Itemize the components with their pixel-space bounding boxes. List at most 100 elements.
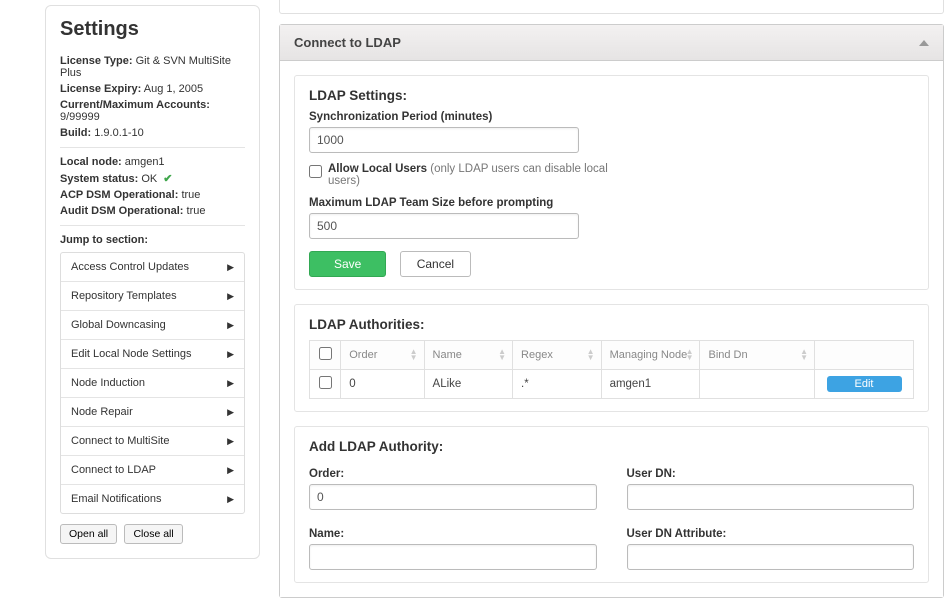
build-line: Build: 1.9.0.1-10 (60, 127, 245, 139)
settings-buttons-row: Save Cancel (309, 251, 914, 277)
acp-label: ACP DSM Operational: (60, 189, 178, 201)
license-type-line: License Type: Git & SVN MultiSite Plus (60, 55, 245, 79)
header-managing-node[interactable]: Managing Node▲▼ (601, 341, 700, 370)
info-divider-2 (60, 225, 245, 226)
system-status-line: System status: OK ✔ (60, 172, 245, 185)
open-close-row: Open all Close all (60, 524, 245, 544)
chevron-right-icon: ▶ (227, 436, 234, 447)
local-node-label: Local node: (60, 156, 122, 168)
section-label: Edit Local Node Settings (71, 348, 191, 360)
section-access-control-updates[interactable]: Access Control Updates ▶ (61, 253, 244, 281)
chevron-right-icon: ▶ (227, 465, 234, 476)
save-button[interactable]: Save (309, 251, 386, 277)
chevron-right-icon: ▶ (227, 494, 234, 505)
build-label: Build: (60, 127, 91, 139)
section-email-notifications[interactable]: Email Notifications ▶ (61, 484, 244, 513)
allow-local-users-checkbox[interactable] (309, 165, 322, 178)
system-status-value: OK (141, 173, 157, 185)
sort-icon: ▲▼ (800, 349, 808, 361)
header-order[interactable]: Order ▲▼ (341, 341, 424, 370)
open-all-button[interactable]: Open all (60, 524, 117, 544)
chevron-right-icon: ▶ (227, 378, 234, 389)
header-actions (815, 341, 914, 370)
section-label: Access Control Updates (71, 261, 189, 273)
section-label: Email Notifications (71, 493, 161, 505)
section-connect-to-multisite[interactable]: Connect to MultiSite▶ (61, 426, 244, 455)
form-col-userdn: User DN: (627, 462, 915, 510)
header-name[interactable]: Name ▲▼ (424, 341, 513, 370)
settings-title: Settings (60, 18, 245, 41)
audit-line: Audit DSM Operational: true (60, 205, 245, 217)
userdnattr-input[interactable] (627, 544, 915, 570)
sort-icon: ▲▼ (410, 349, 418, 361)
edit-button[interactable]: Edit (827, 376, 902, 392)
collapse-up-icon (919, 40, 929, 46)
section-global-downcasing[interactable]: Global Downcasing▶ (61, 310, 244, 339)
audit-label: Audit DSM Operational: (60, 205, 183, 217)
section-repository-templates[interactable]: Repository Templates▶ (61, 281, 244, 310)
header-regex-label: Regex (521, 349, 553, 361)
panel-title: Connect to LDAP (294, 35, 401, 50)
sync-period-label: Synchronization Period (minutes) (309, 111, 914, 123)
license-expiry-label: License Expiry: (60, 83, 141, 95)
acp-line: ACP DSM Operational: true (60, 189, 245, 201)
accounts-value: 9/99999 (60, 111, 100, 123)
allow-local-users-row: Allow Local Users (only LDAP users can d… (309, 163, 609, 187)
max-team-input[interactable] (309, 213, 579, 239)
chevron-right-icon: ▶ (227, 320, 234, 331)
select-all-checkbox[interactable] (319, 347, 332, 360)
section-label: Connect to LDAP (71, 464, 156, 476)
close-all-button[interactable]: Close all (124, 524, 182, 544)
userdnattr-label: User DN Attribute: (627, 528, 915, 540)
ldap-settings-title: LDAP Settings: (309, 88, 914, 103)
add-authority-form: Order: User DN: Name: User DN Attribute: (309, 462, 914, 570)
section-node-repair[interactable]: Node Repair▶ (61, 397, 244, 426)
header-order-label: Order (349, 349, 377, 361)
userdn-label: User DN: (627, 468, 915, 480)
header-name-label: Name (433, 349, 462, 361)
userdn-input[interactable] (627, 484, 915, 510)
info-divider-1 (60, 147, 245, 148)
add-ldap-authority-subpanel: Add LDAP Authority: Order: User DN: Name… (294, 426, 929, 583)
row-checkbox[interactable] (319, 376, 332, 389)
form-col-userdnattr: User DN Attribute: (627, 522, 915, 570)
section-edit-local-node-settings[interactable]: Edit Local Node Settings ▶ (61, 339, 244, 368)
ldap-authorities-title: LDAP Authorities: (309, 317, 914, 332)
chevron-right-icon: ▶ (227, 349, 234, 360)
acp-value: true (181, 189, 200, 201)
order-input[interactable] (309, 484, 597, 510)
chevron-right-icon: ▶ (227, 407, 234, 418)
section-node-induction[interactable]: Node Induction ▶ (61, 368, 244, 397)
authorities-header-row: Order ▲▼ Name ▲▼ Regex ▲▼ Managing Node▲▼ B… (310, 341, 914, 370)
header-bind-dn-label: Bind Dn (708, 349, 747, 361)
panel-header[interactable]: Connect to LDAP (280, 25, 943, 61)
panel-body: LDAP Settings: Synchronization Period (m… (280, 61, 943, 597)
header-checkbox-col (310, 341, 341, 370)
local-node-line: Local node: amgen1 (60, 156, 245, 168)
name-label: Name: (309, 528, 597, 540)
sort-icon: ▲▼ (587, 349, 595, 361)
system-status-label: System status: (60, 173, 138, 185)
chevron-right-icon: ▶ (227, 291, 234, 302)
header-bind-dn[interactable]: Bind Dn ▲▼ (700, 341, 815, 370)
section-connect-to-ldap[interactable]: Connect to LDAP ▶ (61, 455, 244, 484)
cell-bind-dn (700, 370, 815, 399)
cancel-button[interactable]: Cancel (400, 251, 471, 277)
license-type-label: License Type: (60, 55, 133, 67)
header-regex[interactable]: Regex ▲▼ (513, 341, 602, 370)
cell-name: ALike (424, 370, 513, 399)
collapsed-panel-above (279, 0, 944, 14)
license-expiry-line: License Expiry: Aug 1, 2005 (60, 83, 245, 95)
ldap-authorities-subpanel: LDAP Authorities: Order ▲▼ Name ▲▼ Regex ▲▼… (294, 304, 929, 412)
sync-period-input[interactable] (309, 127, 579, 153)
settings-sidebar: Settings License Type: Git & SVN MultiSi… (45, 5, 260, 559)
section-label: Node Induction (71, 377, 145, 389)
order-label: Order: (309, 468, 597, 480)
build-value: 1.9.0.1-10 (94, 127, 144, 139)
max-team-label: Maximum LDAP Team Size before prompting (309, 197, 914, 209)
cell-managing-node: amgen1 (601, 370, 700, 399)
sort-icon: ▲▼ (498, 349, 506, 361)
table-row: 0 ALike .* amgen1 Edit (310, 370, 914, 399)
chevron-right-icon: ▶ (227, 262, 234, 273)
name-input[interactable] (309, 544, 597, 570)
